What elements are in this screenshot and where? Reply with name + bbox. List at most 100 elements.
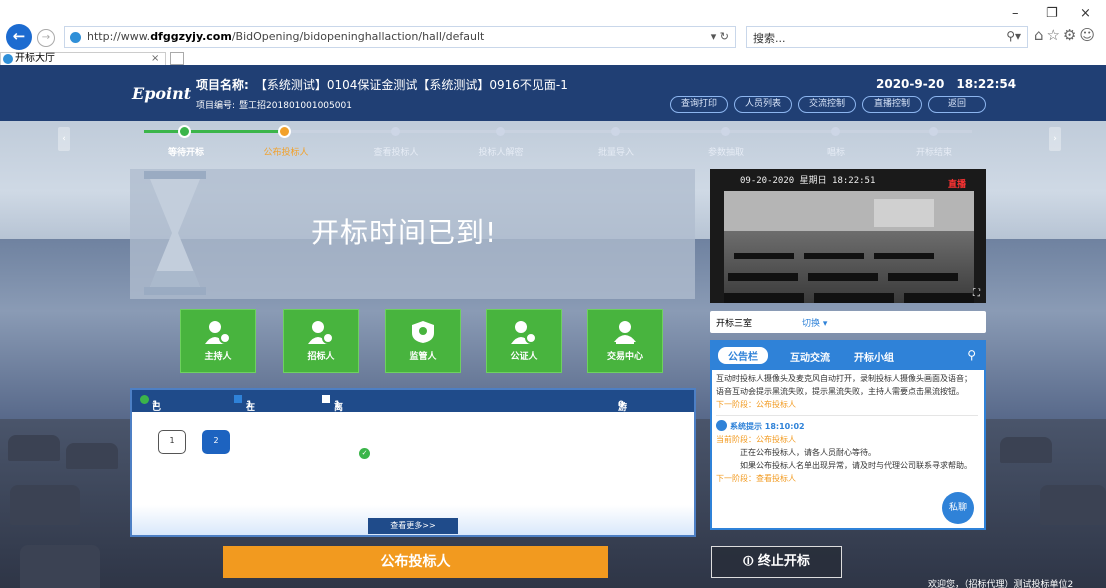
bid-opening-hall: Epoint 项目名称: 【系统测试】0104保证金测试【系统测试】0916不见面… (0, 65, 1106, 588)
browser-chrome: – ❐ × ← → http://www.dfggzyjy.com/BidOpe… (0, 0, 1106, 66)
staff-list-button[interactable]: 人员列表 (734, 96, 792, 113)
bg-seat (1000, 437, 1052, 463)
minimize-icon[interactable]: – (1012, 6, 1019, 21)
chat-control-button[interactable]: 交流控制 (798, 96, 856, 113)
return-button[interactable]: 返回 (928, 96, 986, 113)
bg-seat (20, 545, 100, 588)
absent-count: 离席人数: 1 (322, 395, 347, 452)
welcome-text: 欢迎您，（招标代理）测试投标单位2 (928, 580, 1074, 588)
tenderer-icon (308, 321, 334, 344)
step-dot (929, 127, 938, 136)
close-icon[interactable]: × (1080, 6, 1091, 21)
live-video[interactable]: 09-20-2020 星期日 18:22:51 直播 ⛶ (710, 169, 986, 303)
step-label: 等待开标 (167, 148, 204, 158)
role-notary-button[interactable]: 公证人 (486, 309, 562, 373)
ie-icon (70, 32, 81, 43)
view-more-button[interactable]: 查看更多>> (368, 518, 458, 534)
attendance-header: 已签到: 1 在席人数: 1 离席人数: 1 游客人数: 0 (132, 390, 694, 452)
check-icon: ✓ (359, 448, 370, 459)
step-dot-current (278, 125, 291, 138)
bg-seat (66, 443, 118, 469)
toolbar-icons[interactable]: ⌂☆⚙☺ (1034, 26, 1098, 44)
url-text: http://www.dfggzyjy.com/BidOpening/bidop… (87, 30, 485, 43)
tab-strip: 开标大厅 × (0, 52, 1106, 66)
user-icon (614, 321, 636, 344)
message-next-stage: 下一阶段：查看投标人 (716, 474, 796, 483)
switch-room-button[interactable]: 切换 ▾ (802, 316, 827, 329)
tab-opening-group[interactable]: 开标小组 (854, 349, 894, 364)
notary-icon (511, 321, 537, 344)
tab-interaction[interactable]: 互动交流 (790, 349, 830, 364)
step-dot (391, 127, 400, 136)
step-label: 批量导入 (597, 148, 634, 158)
bg-seat (8, 435, 60, 461)
message-text: 互动时投标人摄像头及麦克风自动打开，录制投标人摄像头画面及语音；语音互动会提示黑… (716, 374, 972, 396)
signed-count: 已签到: 1 (140, 395, 165, 439)
project-name: 项目名称: 【系统测试】0104保证金测试【系统测试】0916不见面-1 (196, 78, 568, 92)
ie-icon (3, 54, 13, 64)
host-icon (205, 321, 231, 344)
hourglass-icon (144, 171, 206, 295)
refresh-icon[interactable]: ▾ ↻ (711, 30, 729, 43)
step-dot (611, 127, 620, 136)
video-timestamp: 09-20-2020 星期日 18:22:51 (740, 176, 876, 186)
classroom-scene (724, 191, 974, 303)
address-bar[interactable]: http://www.dfggzyjy.com/BidOpening/bidop… (64, 26, 736, 48)
back-arrow-icon[interactable]: ← (6, 24, 32, 50)
video-frame (724, 191, 974, 303)
page-header: Epoint 项目名称: 【系统测试】0104保证金测试【系统测试】0916不见面… (0, 65, 1106, 121)
tab-close-icon[interactable]: × (151, 53, 159, 65)
private-chat-button[interactable]: 私聊 (942, 492, 974, 524)
bulletin-messages: 互动时投标人摄像头及麦克风自动打开，录制投标人摄像头画面及语音；语音互动会提示黑… (716, 372, 978, 528)
step-label: 开标结束 (915, 148, 952, 158)
step-label: 参数抽取 (707, 148, 744, 158)
epoint-logo: Epoint (132, 84, 192, 103)
step-dot (831, 127, 840, 136)
check-icon (140, 395, 149, 404)
step-dot (721, 127, 730, 136)
publish-bidders-button[interactable]: 公布投标人 (223, 546, 608, 578)
tab-bulletin[interactable]: 公告栏 (718, 347, 768, 364)
tab-kaibiao-hall[interactable]: 开标大厅 × (0, 52, 166, 66)
role-tenderer-button[interactable]: 招标人 (283, 309, 359, 373)
seat-chair-occupied[interactable]: 2 (202, 430, 230, 454)
present-square-icon (234, 395, 242, 403)
attendance-panel: 已签到: 1 在席人数: 1 离席人数: 1 游客人数: 0 1 2 ✓ 查看更… (130, 388, 696, 537)
room-selector: 开标三室 切换 ▾ (710, 311, 986, 333)
search-input[interactable]: 搜索... ⚲▾ (746, 26, 1028, 48)
step-line-done (144, 130, 284, 133)
project-code: 项目编号: 暨工招201801001005001 (196, 101, 352, 111)
new-tab-button[interactable] (170, 52, 184, 65)
step-label: 唱标 (826, 148, 845, 158)
status-banner: 开标时间已到! (130, 169, 695, 299)
seat-chair[interactable]: 1 (158, 430, 186, 454)
live-control-button[interactable]: 直播控制 (862, 96, 922, 113)
system-message-title: 系统提示 18:10:02 (716, 420, 978, 433)
forward-arrow-icon[interactable]: → (37, 29, 55, 47)
maximize-icon[interactable]: ❐ (1046, 6, 1058, 21)
room-name: 开标三室 (716, 319, 753, 329)
bg-seat (1040, 485, 1106, 525)
role-supervisor-button[interactable]: 监管人 (385, 309, 461, 373)
step-dot (496, 127, 505, 136)
message-text: 如果公布投标人名单出现异常，请及时与代理公司联系寻求帮助。 (740, 461, 972, 470)
step-label: 查看投标人 (373, 148, 419, 158)
role-host-button[interactable]: 主持人 (180, 309, 256, 373)
message-text: 正在公布投标人，请各人员耐心等待。 (740, 448, 876, 457)
stop-opening-button[interactable]: ⏼ 终止开标 (711, 546, 842, 578)
query-print-button[interactable]: 查询打印 (670, 96, 728, 113)
banner-text: 开标时间已到! (311, 216, 498, 249)
present-count: 在席人数: 1 (234, 395, 259, 452)
datetime: 2020-9-20 18:22:54 (876, 77, 1017, 91)
message-next-stage: 下一阶段：公布投标人 (716, 400, 796, 409)
search-icon[interactable]: ⚲▾ (1006, 29, 1021, 43)
bg-seat (10, 485, 80, 525)
step-line-future (284, 130, 972, 133)
shield-user-icon (412, 321, 434, 343)
panel-tabs: 公告栏 互动交流 开标小组 ⚲ (712, 342, 984, 370)
live-badge: 直播 (948, 180, 967, 190)
absent-square-icon (322, 395, 330, 403)
search-icon[interactable]: ⚲ (967, 348, 976, 362)
fullscreen-icon[interactable]: ⛶ (973, 288, 980, 299)
role-trading-center-button[interactable]: 交易中心 (587, 309, 663, 373)
